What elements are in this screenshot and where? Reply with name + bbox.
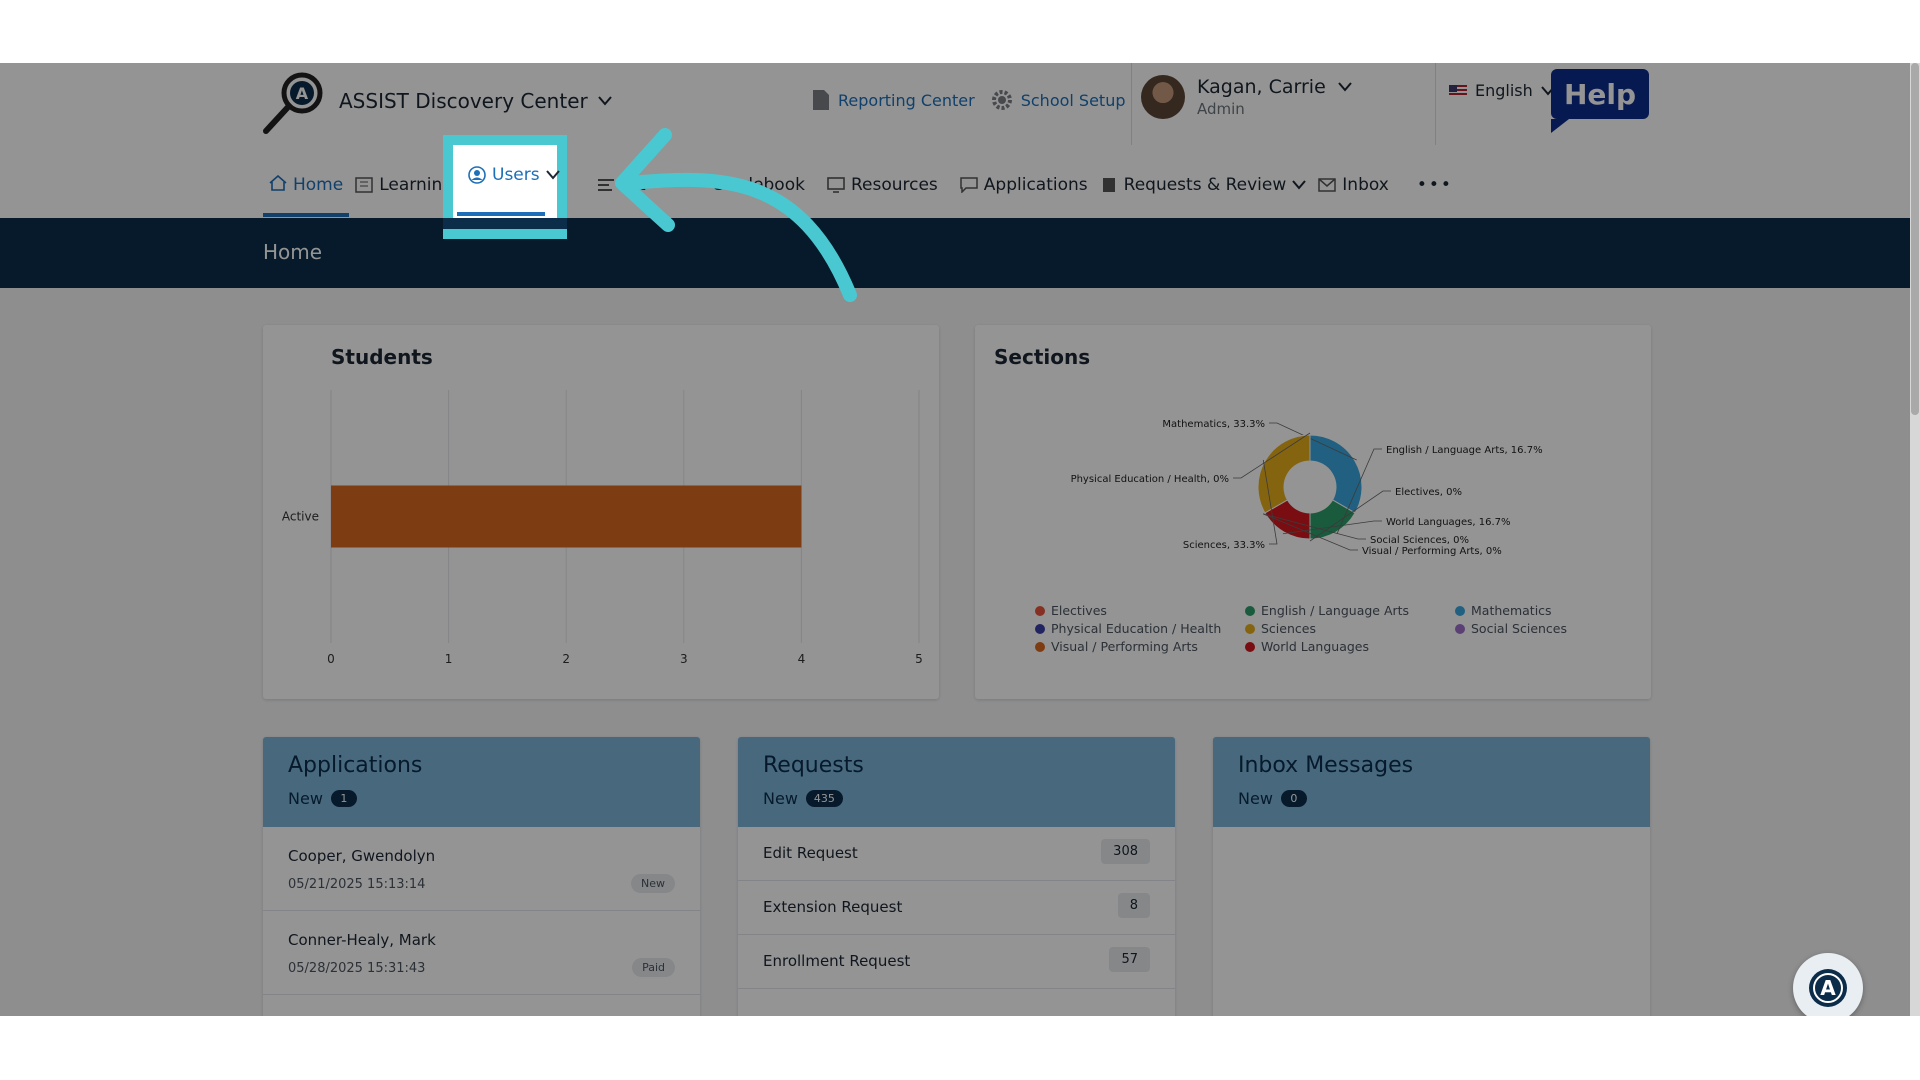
svg-text:A: A xyxy=(1820,976,1836,1000)
scrollbar-thumb[interactable] xyxy=(1911,63,1919,415)
assist-logo-icon: A xyxy=(1809,969,1847,1007)
app-window: A ASSIST Discovery Center Reporting Cent… xyxy=(0,63,1920,1016)
tutorial-arrow-icon xyxy=(615,128,857,302)
assistant-fab-button[interactable]: A xyxy=(1793,953,1863,1016)
page-scrollbar[interactable] xyxy=(1910,63,1920,1016)
